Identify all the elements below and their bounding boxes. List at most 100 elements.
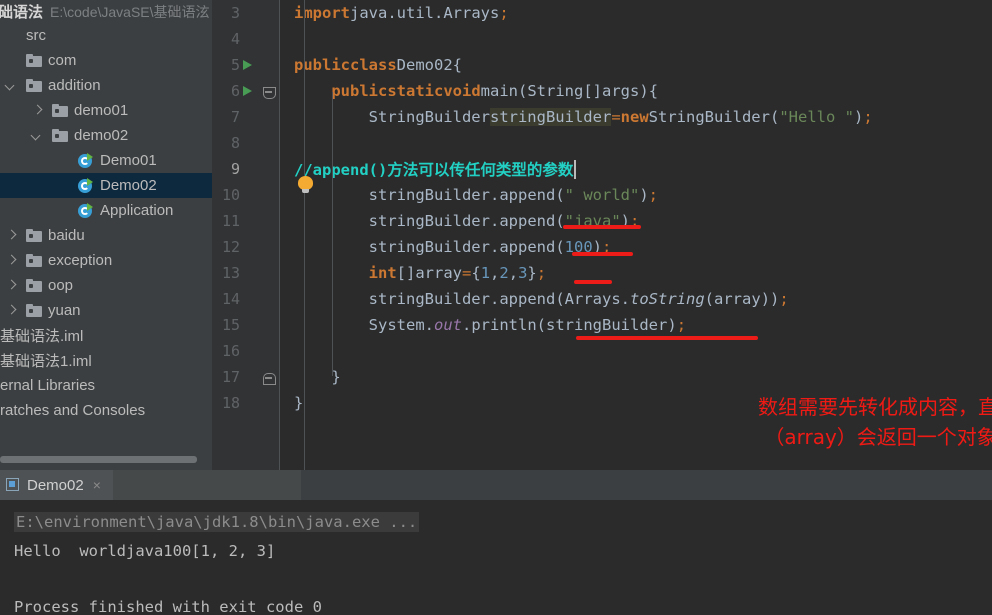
annotation-line-1: 数组需要先转化成内容，直接append [758,395,992,419]
tree-item[interactable]: demo02 [0,123,212,148]
fold-toggle-icon[interactable] [263,373,276,385]
code-line[interactable]: stringBuilder. append(100); [294,234,612,260]
line-number: 16 [221,342,240,360]
gutter-line[interactable]: 18 [212,390,280,416]
tree-item-label: exception [48,252,113,269]
line-number: 14 [221,290,240,308]
console-output[interactable]: E:\environment\java\jdk1.8\bin\java.exe … [0,500,992,615]
tree-item[interactable]: yuan [0,298,212,323]
editor-gutter[interactable]: 3 4 5 6 7 8 9 10 11 12 13 14 15 16 17 18 [212,0,280,470]
java-class-icon [78,202,94,219]
gutter-line[interactable]: 15 [212,312,280,338]
line-number: 13 [221,264,240,282]
chevron-right-icon[interactable] [6,230,17,241]
tree-item[interactable]: oop [0,273,212,298]
chevron-right-icon[interactable] [6,255,17,266]
tree-item-label: ernal Libraries [0,377,96,394]
console-tab-bar[interactable]: Demo02 × [0,470,992,500]
line-number: 4 [230,30,240,48]
run-console-panel[interactable]: Demo02 × E:\environment\java\jdk1.8\bin\… [0,470,992,615]
project-path: E:\code\JavaSE\基础语泫 [50,3,210,20]
gutter-line[interactable]: 12 [212,234,280,260]
project-header: 础语法 E:\code\JavaSE\基础语泫 [0,0,212,23]
tree-item[interactable]: demo01 [0,98,212,123]
console-tab-demo02[interactable]: Demo02 × [0,470,113,500]
chevron-right-icon[interactable] [6,280,17,291]
chevron-right-icon[interactable] [32,105,43,116]
gutter-line[interactable]: 5 [212,52,280,78]
gutter-line[interactable]: 6 [212,78,280,104]
tree-item[interactable]: ratches and Consoles [0,398,212,423]
tree-item[interactable]: addition [0,73,212,98]
project-sidebar[interactable]: 础语法 E:\code\JavaSE\基础语泫 src com addition de… [0,0,212,470]
run-gutter-icon[interactable] [243,60,252,70]
line-number: 6 [230,82,240,100]
code-line[interactable]: stringBuilder. append("java"); [294,208,640,234]
annotation-underline-100 [574,280,612,284]
tree-item-label: 基础语法.iml [0,328,84,345]
line-number: 3 [230,4,240,22]
chevron-down-icon[interactable] [32,130,43,141]
sidebar-horizontal-scrollbar[interactable] [0,455,197,464]
gutter-line[interactable]: 11 [212,208,280,234]
tree-item[interactable]: exception [0,248,212,273]
tree-item[interactable]: Demo01 [0,148,212,173]
tree-item-label: baidu [48,227,85,244]
tree-item-label: Application [100,202,174,219]
line-number: 7 [230,108,240,126]
tree-item[interactable]: Application [0,198,212,223]
tree-item[interactable]: Demo02 [0,173,212,198]
run-config-icon [6,478,20,492]
close-icon[interactable]: × [93,477,101,493]
code-editor[interactable]: 3 4 5 6 7 8 9 10 11 12 13 14 15 16 17 18 import java. ut… [212,0,992,470]
tree-item-label: src [26,27,46,44]
ide-window: 础语法 E:\code\JavaSE\基础语泫 src com addition de… [0,0,992,615]
gutter-line[interactable]: 10 [212,182,280,208]
line-number: 8 [230,134,240,152]
tree-item[interactable]: ernal Libraries [0,373,212,398]
chevron-right-icon[interactable] [6,305,17,316]
code-line[interactable]: System. out. println(stringBuilder); [294,312,686,338]
code-line[interactable]: StringBuilder stringBuilder = new String… [294,104,873,130]
tree-item[interactable]: com [0,48,212,73]
annotation-underline-tostring [576,336,758,340]
chevron-down-icon[interactable] [6,80,17,91]
gutter-line[interactable]: 13 [212,260,280,286]
gutter-line[interactable]: 7 [212,104,280,130]
gutter-line[interactable]: 17 [212,364,280,390]
lightbulb-icon[interactable] [298,176,313,194]
fold-toggle-icon[interactable] [263,87,276,99]
gutter-line[interactable]: 14 [212,286,280,312]
code-line[interactable]: public class Demo02 { [294,52,462,78]
tree-item[interactable]: src [0,23,212,48]
project-tree[interactable]: src com addition demo01 demo02 Demo01 Demo02 Ap… [0,23,212,423]
scrollbar-thumb[interactable] [0,456,197,463]
code-line[interactable]: stringBuilder. append(Arrays. toString(arr… [294,286,789,312]
tree-item[interactable]: 基础语法1.iml [0,348,212,373]
text-caret [574,159,576,179]
code-line[interactable]: //append()方法可以传任何类型的参数 [294,156,576,182]
folder-icon [26,304,42,317]
gutter-line[interactable]: 9 [212,156,280,182]
gutter-line[interactable]: 3 [212,0,280,26]
line-number: 12 [221,238,240,256]
tree-item-label: com [48,52,77,69]
java-class-icon [78,152,94,169]
run-gutter-icon[interactable] [243,86,252,96]
folder-icon [26,229,42,242]
gutter-line[interactable]: 4 [212,26,280,52]
tree-item-label: Demo01 [100,152,157,169]
tree-item[interactable]: baidu [0,223,212,248]
code-line[interactable]: public static void main(String[] args) { [294,78,658,104]
gutter-line[interactable]: 8 [212,130,280,156]
tree-item[interactable]: 基础语法.iml [0,323,212,348]
gutter-line[interactable]: 16 [212,338,280,364]
code-line[interactable]: import java. util. Arrays; [294,0,509,26]
code-line[interactable]: stringBuilder. append(" world"); [294,182,658,208]
code-line[interactable]: } [294,390,303,416]
console-line: Process finished with exit code 0 [14,598,322,615]
indent-guide [304,0,305,470]
code-line[interactable]: } [294,364,340,390]
project-name: 础语法 [0,4,44,21]
tree-item-label: demo02 [74,127,129,144]
